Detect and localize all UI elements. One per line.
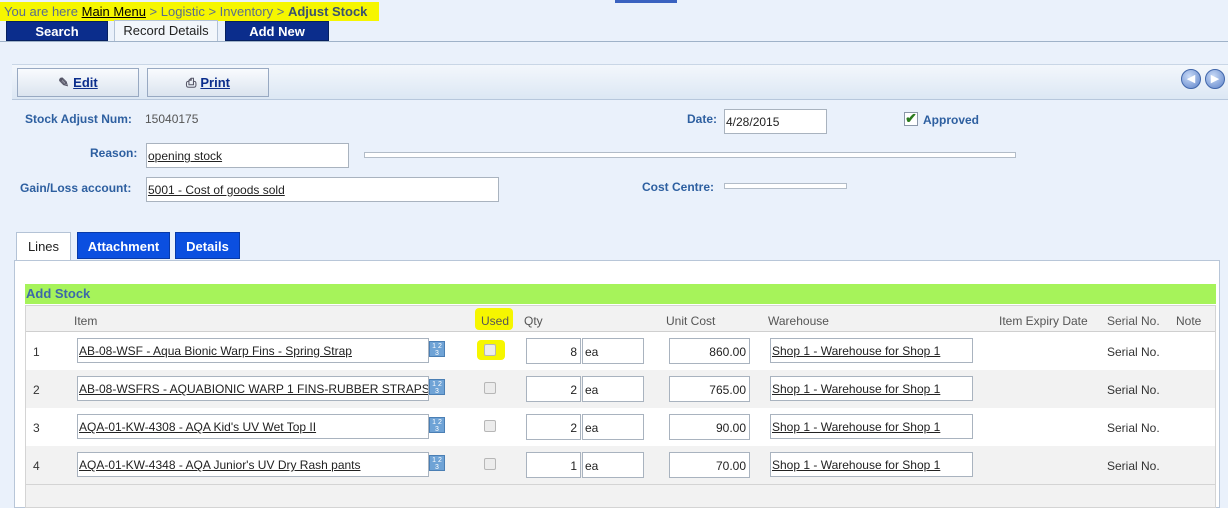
grid-footer-line [26, 484, 1215, 485]
item-field[interactable]: AQA-01-KW-4348 - AQA Junior's UV Dry Ras… [77, 452, 429, 477]
previous-record-icon[interactable]: ◀ [1181, 69, 1201, 89]
cost-centre-field[interactable] [724, 183, 847, 189]
top-accent-line [615, 0, 677, 3]
edit-label: Edit [73, 75, 98, 90]
qty-field[interactable]: 8 [526, 338, 581, 364]
qty-field[interactable]: 1 [526, 452, 581, 478]
date-field[interactable]: 4/28/2015 [724, 109, 827, 134]
stock-adjust-num-label: Stock Adjust Num: [25, 112, 132, 126]
next-record-icon[interactable]: ▶ [1205, 69, 1225, 89]
add-stock-title: Add Stock [26, 286, 91, 301]
stock-adjust-num-value: 15040175 [145, 112, 199, 126]
serial-no-link[interactable]: Serial No. [1107, 421, 1160, 435]
col-note: Note [1176, 314, 1202, 328]
unit-cost-field[interactable]: 70.00 [669, 452, 750, 478]
warehouse-field[interactable]: Shop 1 - Warehouse for Shop 1 [770, 376, 973, 401]
row-number: 4 [33, 459, 40, 473]
add-stock-bar [25, 284, 1216, 304]
breadcrumb-main-menu-link[interactable]: Main Menu [82, 4, 146, 19]
approved-label: Approved [923, 113, 980, 127]
row-number: 1 [33, 345, 40, 359]
used-checkbox[interactable] [484, 382, 496, 394]
breadcrumb-current: Adjust Stock [287, 4, 368, 19]
cost-centre-label: Cost Centre: [642, 180, 715, 194]
row-number: 3 [33, 421, 40, 435]
tab-lines[interactable]: Lines [16, 232, 71, 261]
warehouse-field[interactable]: Shop 1 - Warehouse for Shop 1 [770, 338, 973, 363]
gain-loss-field[interactable]: 5001 - Cost of goods sold [146, 177, 499, 202]
uom-field[interactable]: ea [582, 338, 644, 364]
col-item-expiry-date: Item Expiry Date [999, 314, 1088, 328]
unit-cost-field[interactable]: 90.00 [669, 414, 750, 440]
col-warehouse: Warehouse [768, 314, 829, 328]
item-field[interactable]: AQA-01-KW-4308 - AQA Kid's UV Wet Top II [77, 414, 429, 439]
edit-button[interactable]: ✎ Edit [17, 68, 139, 97]
reason-field[interactable]: opening stock [146, 143, 349, 168]
item-lookup-icon[interactable]: 1 2 3 [429, 379, 445, 395]
unit-cost-field[interactable]: 765.00 [669, 376, 750, 402]
warehouse-field[interactable]: Shop 1 - Warehouse for Shop 1 [770, 452, 973, 477]
item-field[interactable]: AB-08-WSFRS - AQUABIONIC WARP 1 FINS-RUB… [77, 376, 429, 401]
tab-divider [0, 41, 1228, 42]
col-used: Used [481, 314, 510, 328]
serial-no-link[interactable]: Serial No. [1107, 345, 1160, 359]
date-label: Date: [687, 112, 718, 126]
uom-field[interactable]: ea [582, 452, 644, 478]
reason-label: Reason: [90, 146, 138, 160]
uom-field[interactable]: ea [582, 414, 644, 440]
item-field[interactable]: AB-08-WSF - Aqua Bionic Warp Fins - Spri… [77, 338, 429, 363]
tab-add-new[interactable]: Add New [225, 21, 329, 41]
breadcrumb: You are here Main Menu > Logistic > Inve… [4, 4, 367, 19]
print-label: Print [200, 75, 231, 90]
tab-details[interactable]: Details [175, 232, 240, 259]
warehouse-field[interactable]: Shop 1 - Warehouse for Shop 1 [770, 414, 973, 439]
item-lookup-icon[interactable]: 1 2 3 [429, 455, 445, 471]
tab-record-details[interactable]: Record Details [114, 20, 218, 42]
print-button[interactable]: ⎙ Print [147, 68, 269, 97]
tab-search[interactable]: Search [6, 21, 108, 41]
reason-extra-field[interactable] [364, 152, 1016, 158]
serial-no-link[interactable]: Serial No. [1107, 459, 1160, 473]
serial-no-link[interactable]: Serial No. [1107, 383, 1160, 397]
col-item: Item [74, 314, 98, 328]
item-lookup-icon[interactable]: 1 2 3 [429, 341, 445, 357]
used-checkbox[interactable] [484, 344, 496, 356]
unit-cost-field[interactable]: 860.00 [669, 338, 750, 364]
col-qty: Qty [524, 314, 543, 328]
approved-checkbox[interactable]: ✔ [904, 110, 918, 126]
used-checkbox[interactable] [484, 420, 496, 432]
col-unit-cost: Unit Cost [666, 314, 716, 328]
edit-icon: ✎ [58, 75, 70, 90]
printer-icon: ⎙ [185, 75, 197, 90]
breadcrumb-path: > Logistic > Inventory > [149, 4, 285, 19]
checkmark-icon: ✔ [905, 110, 917, 126]
gain-loss-label: Gain/Loss account: [20, 181, 132, 195]
tab-attachment[interactable]: Attachment [77, 232, 170, 259]
item-lookup-icon[interactable]: 1 2 3 [429, 417, 445, 433]
qty-field[interactable]: 2 [526, 376, 581, 402]
uom-field[interactable]: ea [582, 376, 644, 402]
col-serial-no: Serial No. [1107, 314, 1160, 328]
row-number: 2 [33, 383, 40, 397]
breadcrumb-prefix: You are here [4, 4, 78, 19]
used-checkbox[interactable] [484, 458, 496, 470]
qty-field[interactable]: 2 [526, 414, 581, 440]
